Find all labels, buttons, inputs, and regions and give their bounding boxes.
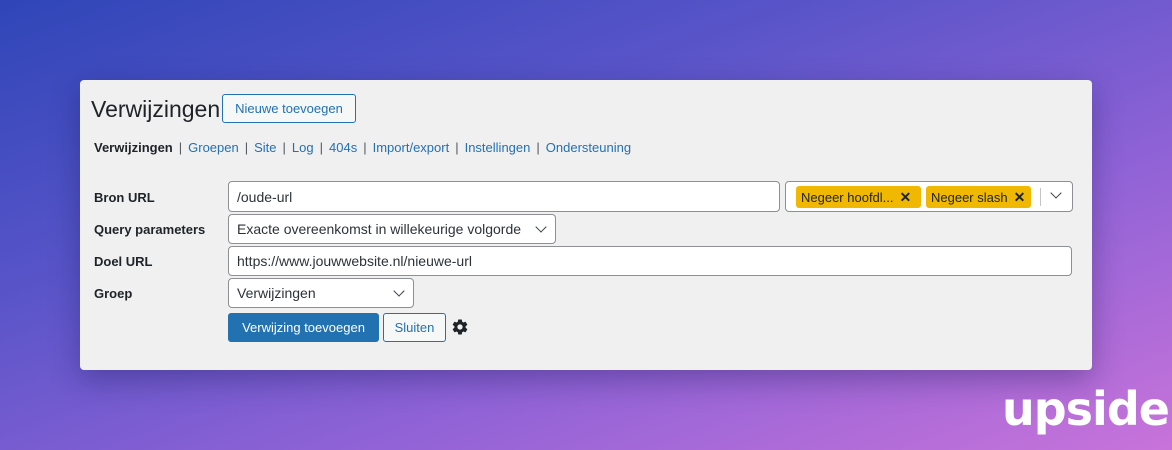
source-url-value: /oude-url — [237, 188, 293, 205]
group-value: Verwijzingen — [237, 285, 316, 301]
gear-icon[interactable] — [451, 318, 469, 336]
tag-label: Negeer hoofdl... — [801, 189, 894, 205]
tag-ignore-slash: Negeer slash ✕ — [926, 186, 1031, 208]
target-url-input[interactable]: https://www.jouwwebsite.nl/nieuwe-url — [228, 246, 1072, 276]
tab-groepen[interactable]: Groepen — [188, 140, 239, 155]
close-icon[interactable]: ✕ — [1014, 189, 1026, 206]
chevron-down-icon — [393, 285, 405, 297]
tab-separator: | — [536, 140, 540, 155]
page-title: Verwijzingen — [91, 96, 221, 122]
tab-site[interactable]: Site — [254, 140, 276, 155]
source-options-select[interactable]: Negeer hoofdl... ✕ Negeer slash ✕ — [785, 181, 1073, 212]
tab-separator: | — [282, 140, 286, 155]
tab-separator: | — [319, 140, 324, 155]
tab-log[interactable]: Log — [292, 140, 314, 155]
chevron-down-icon[interactable] — [1050, 187, 1062, 199]
tab-ondersteuning[interactable]: Ondersteuning — [546, 140, 631, 155]
tab-separator: | — [244, 140, 249, 155]
add-redirect-button[interactable]: Verwijzing toevoegen — [228, 313, 379, 342]
tab-separator: | — [178, 140, 183, 155]
upside-logo: upside — [1002, 382, 1170, 436]
tab-separator: | — [363, 140, 367, 155]
select-divider — [1040, 188, 1041, 206]
chevron-down-icon — [535, 221, 547, 233]
tab-import-export[interactable]: Import/export — [373, 140, 450, 155]
tag-label: Negeer slash — [931, 189, 1008, 205]
query-parameters-label: Query parameters — [94, 222, 206, 237]
tab-404s[interactable]: 404s — [329, 140, 357, 155]
close-button[interactable]: Sluiten — [383, 313, 446, 342]
redirect-panel: Verwijzingen Nieuwe toevoegen Verwijzing… — [80, 80, 1092, 370]
subsubsub-nav: Verwijzingen | Groepen | Site | Log | 40… — [94, 140, 631, 155]
add-new-button[interactable]: Nieuwe toevoegen — [222, 94, 356, 123]
query-parameters-value: Exacte overeenkomst in willekeurige volg… — [237, 221, 522, 237]
target-url-value: https://www.jouwwebsite.nl/nieuwe-url — [237, 253, 472, 269]
tab-separator: | — [455, 140, 459, 155]
close-icon[interactable]: ✕ — [900, 189, 912, 206]
target-url-label: Doel URL — [94, 254, 153, 269]
tab-instellingen[interactable]: Instellingen — [465, 140, 531, 155]
source-url-label: Bron URL — [94, 190, 155, 205]
tag-ignore-case: Negeer hoofdl... ✕ — [796, 186, 921, 208]
group-label: Groep — [94, 286, 133, 301]
source-url-input[interactable]: /oude-url — [228, 181, 780, 212]
tab-verwijzingen[interactable]: Verwijzingen — [94, 140, 173, 155]
query-parameters-select[interactable]: Exacte overeenkomst in willekeurige volg… — [228, 214, 556, 244]
group-select[interactable]: Verwijzingen — [228, 278, 414, 308]
